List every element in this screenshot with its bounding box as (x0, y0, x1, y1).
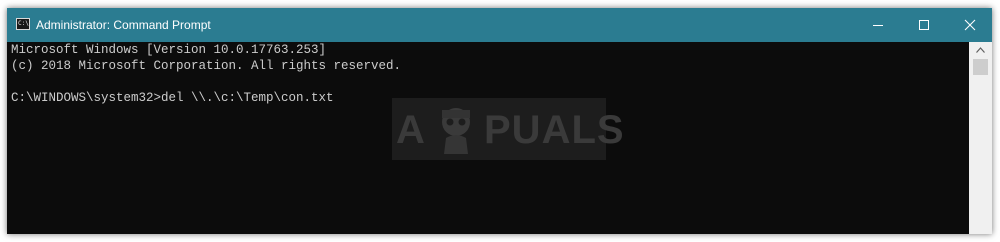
close-button[interactable] (947, 8, 992, 42)
console-line-command: C:\WINDOWS\system32>del \\.\c:\Temp\con.… (11, 91, 334, 105)
console-line-version: Microsoft Windows [Version 10.0.17763.25… (11, 43, 327, 57)
mascot-icon (442, 108, 470, 154)
console-output[interactable]: Microsoft Windows [Version 10.0.17763.25… (7, 42, 969, 234)
scrollbar-thumb[interactable] (973, 59, 988, 75)
chevron-up-icon (976, 47, 985, 53)
close-icon (964, 19, 976, 31)
command-prompt-window: C:\ Administrator: Command Prompt Micros… (7, 8, 992, 234)
command-prompt-icon[interactable]: C:\ (16, 18, 30, 30)
maximize-icon (919, 20, 929, 30)
console-line-copyright: (c) 2018 Microsoft Corporation. All righ… (11, 59, 402, 73)
scroll-up-button[interactable] (969, 42, 992, 58)
title-bar[interactable]: C:\ Administrator: Command Prompt (7, 8, 992, 42)
watermark-letter-a: A (396, 108, 426, 152)
window-title: Administrator: Command Prompt (36, 18, 211, 32)
maximize-button[interactable] (901, 8, 947, 42)
vertical-scrollbar[interactable] (969, 42, 992, 234)
appuals-watermark: A PUALS (392, 98, 624, 160)
minimize-icon (873, 25, 883, 26)
watermark-text: PUALS (484, 108, 625, 152)
minimize-button[interactable] (855, 8, 901, 42)
